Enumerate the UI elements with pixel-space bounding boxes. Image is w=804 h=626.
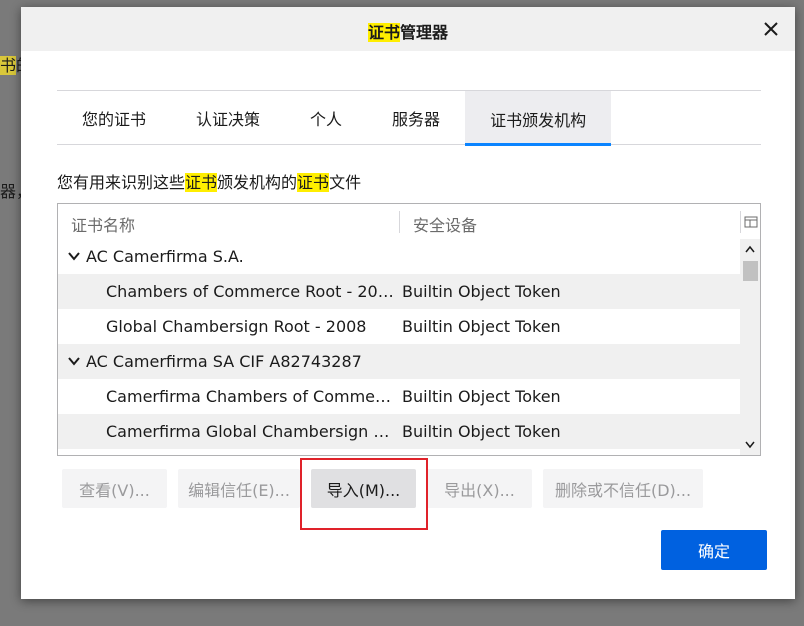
tree-row-group[interactable]: AC Camerfirma S.A. bbox=[58, 239, 740, 274]
dialog-titlebar: 证书管理器 bbox=[21, 7, 795, 51]
security-device-cell: Builtin Object Token bbox=[402, 422, 561, 441]
tree-row-cert[interactable]: Camerfirma Global Chambersign Root Built… bbox=[58, 414, 740, 449]
tree-row-group[interactable]: AC Camerfirma SA CIF A82743287 bbox=[58, 344, 740, 379]
tree-header: 证书名称 安全设备 bbox=[58, 204, 760, 239]
dialog-title: 证书管理器 bbox=[367, 23, 449, 42]
tree-scrollbar[interactable] bbox=[740, 239, 760, 455]
column-separator[interactable] bbox=[399, 211, 400, 233]
tab-authorities[interactable]: 证书颁发机构 bbox=[465, 91, 612, 146]
cert-name-cell: Camerfirma Chambers of Commerce Root bbox=[106, 387, 396, 406]
close-button[interactable] bbox=[757, 15, 785, 43]
cert-name-cell: AC Camerfirma S.A. bbox=[86, 247, 244, 266]
column-header-cert-name[interactable]: 证书名称 bbox=[71, 212, 135, 236]
export-button[interactable]: 导出(X)... bbox=[427, 469, 532, 508]
tree-row-cert[interactable]: Chambers of Commerce Root - 2008 Builtin… bbox=[58, 274, 740, 309]
column-picker-icon bbox=[744, 216, 757, 228]
scroll-up-button[interactable] bbox=[740, 239, 760, 259]
security-device-cell: Builtin Object Token bbox=[402, 282, 561, 301]
tree-rows: AC Camerfirma S.A. Chambers of Commerce … bbox=[58, 239, 740, 449]
close-icon bbox=[764, 22, 778, 36]
certificate-manager-dialog: 证书管理器 您的证书 认证决策 个人 服务器 证书颁发机构 您有用来识别这些证书… bbox=[21, 7, 795, 599]
tree-row-cert[interactable]: Camerfirma Chambers of Commerce Root Bui… bbox=[58, 379, 740, 414]
cert-name-cell: Chambers of Commerce Root - 2008 bbox=[106, 282, 396, 301]
certificate-tree[interactable]: 证书名称 安全设备 AC Camerfirma S.A. Chambers of… bbox=[57, 203, 761, 456]
chevron-up-icon bbox=[745, 245, 755, 253]
chevron-down-icon[interactable] bbox=[67, 354, 81, 368]
tab-your-certificates[interactable]: 您的证书 bbox=[57, 91, 171, 145]
column-header-security-device[interactable]: 安全设备 bbox=[413, 212, 477, 236]
tab-authentication-decisions[interactable]: 认证决策 bbox=[171, 91, 285, 145]
cert-name-cell: AC Camerfirma SA CIF A82743287 bbox=[86, 352, 362, 371]
tab-people[interactable]: 个人 bbox=[285, 91, 367, 145]
cert-name-cell: Camerfirma Global Chambersign Root bbox=[106, 422, 396, 441]
cert-name-cell: Global Chambersign Root - 2008 bbox=[106, 317, 367, 336]
edit-trust-button[interactable]: 编辑信任(E)... bbox=[178, 469, 300, 508]
import-button[interactable]: 导入(M)... bbox=[311, 469, 416, 508]
security-device-cell: Builtin Object Token bbox=[402, 387, 561, 406]
view-button[interactable]: 查看(V)... bbox=[62, 469, 167, 508]
tree-row-cert[interactable]: Global Chambersign Root - 2008 Builtin O… bbox=[58, 309, 740, 344]
ok-button[interactable]: 确定 bbox=[661, 530, 767, 570]
chevron-down-icon bbox=[745, 441, 755, 449]
chevron-down-icon[interactable] bbox=[67, 249, 81, 263]
scroll-thumb[interactable] bbox=[743, 261, 758, 281]
delete-or-distrust-button[interactable]: 删除或不信任(D)... bbox=[543, 469, 703, 508]
tab-bar: 您的证书 认证决策 个人 服务器 证书颁发机构 bbox=[57, 90, 761, 146]
tab-description: 您有用来识别这些证书颁发机构的证书文件 bbox=[57, 173, 362, 192]
security-device-cell: Builtin Object Token bbox=[402, 317, 561, 336]
tab-servers[interactable]: 服务器 bbox=[367, 91, 465, 145]
scroll-down-button[interactable] bbox=[740, 435, 760, 455]
column-picker-button[interactable] bbox=[740, 211, 760, 233]
